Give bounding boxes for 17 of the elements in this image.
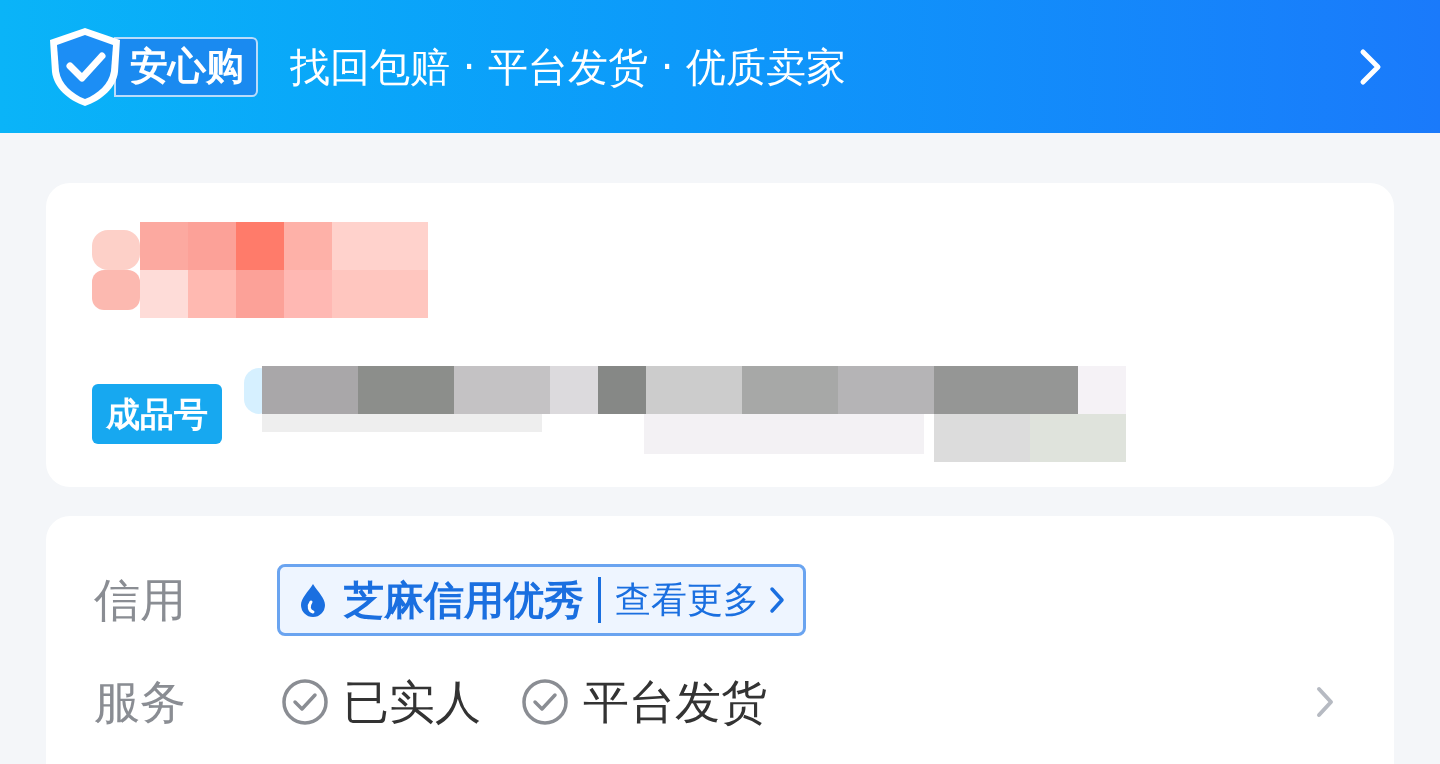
banner-slogan: 找回包赔 · 平台发货 · 优质卖家 [290,42,847,92]
service-label: 平台发货 [583,673,767,731]
check-circle-icon [281,678,329,726]
check-circle-icon [521,678,569,726]
brand-badge: 安心购 [114,36,258,97]
service-label: 已实人 [343,673,481,731]
services-row[interactable]: 服务 已实人 平台发货 [94,666,1346,738]
credit-title: 芝麻信用优秀 [344,576,584,625]
product-tag: 成品号 [92,384,222,444]
drop-icon [298,582,328,618]
chevron-right-icon [1316,686,1334,718]
row-label: 信用 [94,571,187,629]
more-link[interactable]: 查看更多 [615,573,759,627]
banner[interactable]: 安心购 找回包赔 · 平台发货 · 优质卖家 [0,0,1440,133]
chevron-right-icon [769,586,785,614]
row-label: 服务 [94,673,187,731]
credit-badge[interactable]: 芝麻信用优秀 查看更多 [277,564,806,636]
